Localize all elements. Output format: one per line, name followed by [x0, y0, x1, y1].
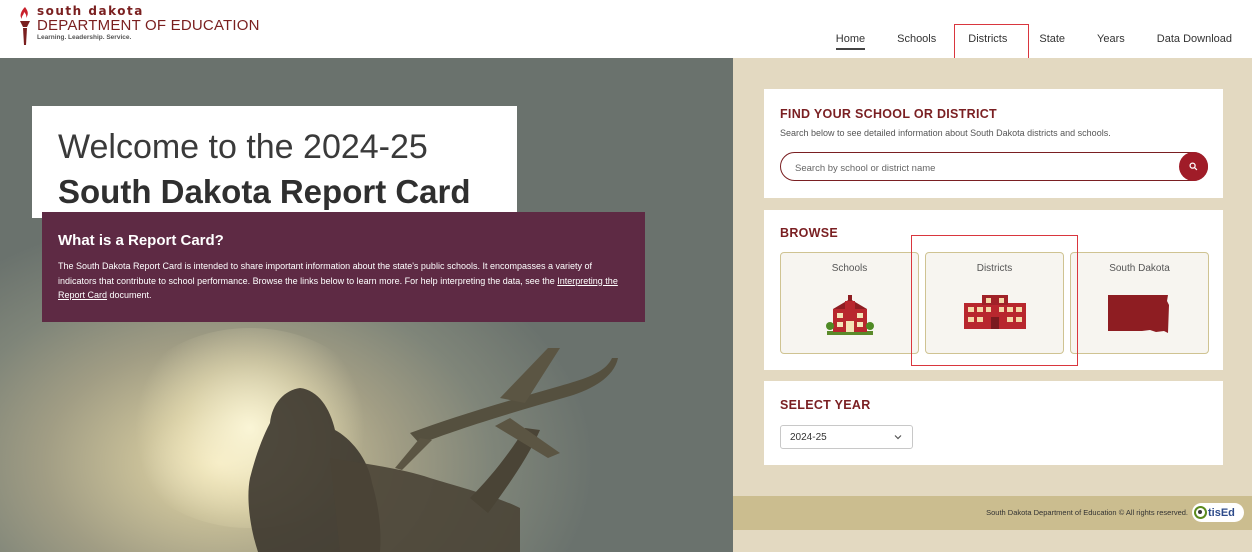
what-is-report-card-box: What is a Report Card? The South Dakota …	[42, 212, 645, 322]
nav-districts-highlight	[954, 24, 1029, 59]
logo-line-1: south dakota	[37, 4, 144, 18]
what-is-report-card-title: What is a Report Card?	[58, 232, 224, 249]
sd-doe-logo[interactable]: south dakota DEPARTMENT OF EDUCATION Lea…	[18, 5, 260, 47]
report-card-heading: South Dakota Report Card	[58, 173, 471, 210]
description-text-end: document.	[107, 290, 152, 300]
welcome-banner: Welcome to the 2024-25 South Dakota Repo…	[32, 106, 517, 218]
browse-title: BROWSE	[780, 226, 839, 240]
browse-schools-tile[interactable]: Schools	[780, 252, 919, 354]
select-year-title: SELECT YEAR	[780, 398, 871, 412]
search-box	[780, 152, 1208, 181]
find-school-card: FIND YOUR SCHOOL OR DISTRICT Search belo…	[764, 89, 1223, 198]
otised-logo[interactable]: tisEd	[1192, 503, 1244, 522]
otised-o-icon	[1194, 506, 1207, 519]
search-input[interactable]	[793, 158, 1167, 178]
sd-tile-icon-wrap	[1071, 293, 1208, 337]
footer-copyright: South Dakota Department of Education © A…	[986, 508, 1188, 517]
report-card-description: The South Dakota Report Card is intended…	[58, 259, 633, 303]
otised-text: tisEd	[1208, 506, 1235, 519]
nav-data-download[interactable]: Data Download	[1157, 25, 1232, 50]
browse-south-dakota-tile[interactable]: South Dakota	[1070, 252, 1209, 354]
torch-logo-icon	[20, 7, 30, 45]
hero-image: Welcome to the 2024-25 South Dakota Repo…	[0, 58, 733, 552]
browse-districts-highlight	[911, 235, 1078, 366]
browse-south-dakota-label: South Dakota	[1109, 263, 1170, 274]
find-subtitle: Search below to see detailed information…	[780, 128, 1111, 138]
south-dakota-map-icon	[1107, 295, 1169, 333]
footer: South Dakota Department of Education © A…	[733, 496, 1252, 530]
welcome-heading: Welcome to the 2024-25	[58, 128, 428, 166]
nav-years[interactable]: Years	[1097, 25, 1125, 50]
year-select[interactable]: 2024-25	[780, 425, 913, 449]
description-text: The South Dakota Report Card is intended…	[58, 261, 593, 286]
school-tile-icon-wrap	[781, 293, 918, 337]
site-header: south dakota DEPARTMENT OF EDUCATION Lea…	[0, 0, 1252, 58]
logo-line-2: DEPARTMENT OF EDUCATION	[37, 17, 260, 34]
nav-state[interactable]: State	[1039, 25, 1065, 50]
browse-schools-label: Schools	[831, 263, 868, 274]
chevron-down-icon	[894, 435, 902, 440]
search-icon	[1189, 162, 1198, 171]
year-select-value: 2024-25	[790, 432, 827, 443]
select-year-card: SELECT YEAR 2024-25	[764, 381, 1223, 465]
logo-tagline: Learning. Leadership. Service.	[37, 34, 132, 41]
find-title: FIND YOUR SCHOOL OR DISTRICT	[780, 107, 997, 121]
search-button[interactable]	[1179, 152, 1208, 181]
nav-schools[interactable]: Schools	[897, 25, 936, 50]
nav-home[interactable]: Home	[835, 25, 866, 50]
school-building-icon	[825, 295, 874, 335]
